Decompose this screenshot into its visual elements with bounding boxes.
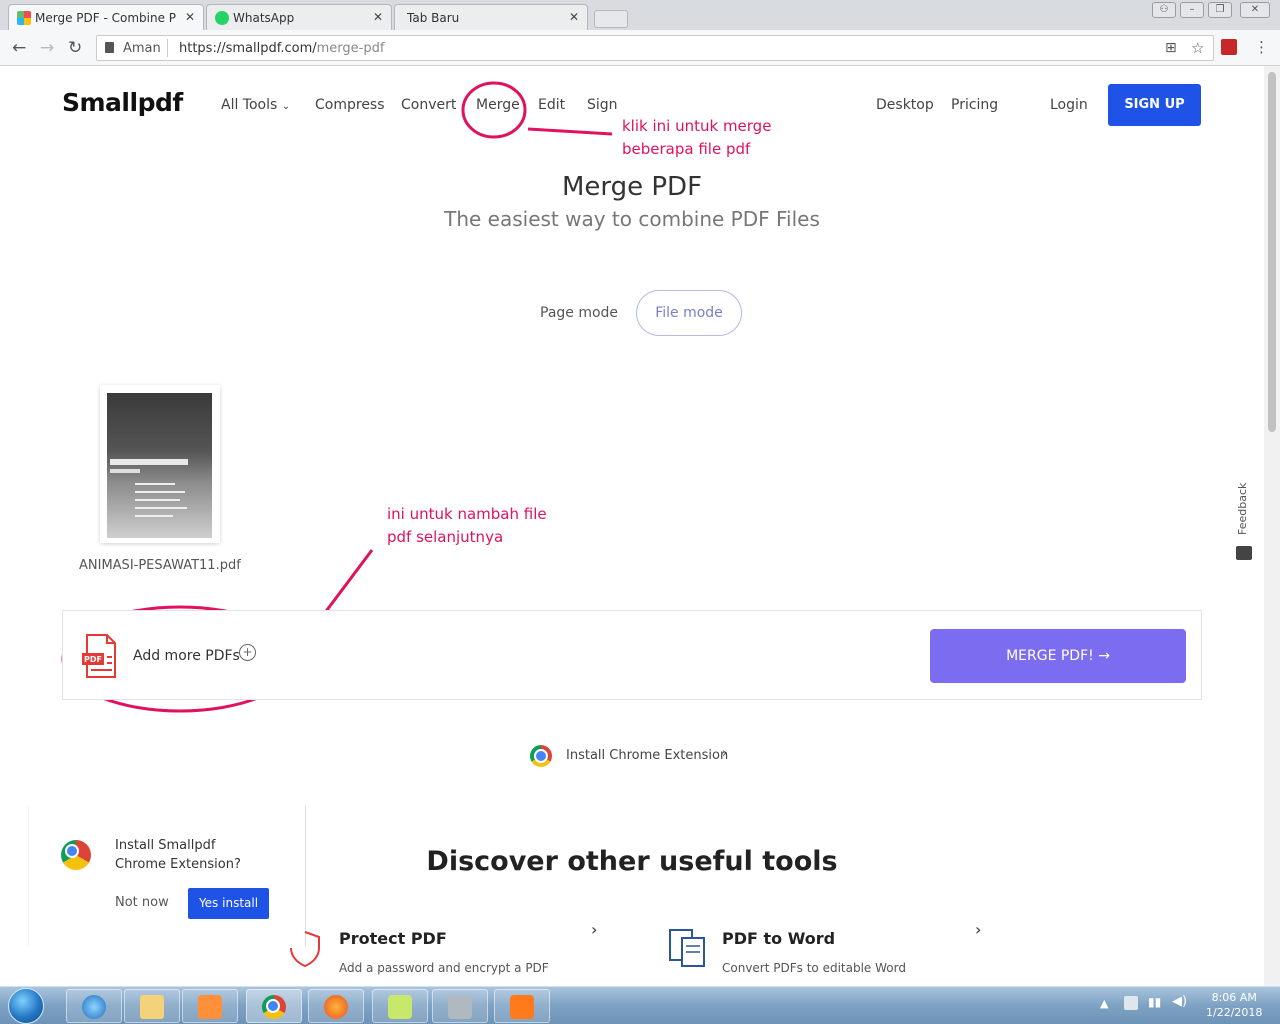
taskbar-internet-explorer[interactable] [66,989,122,1023]
folder-icon [140,995,164,1019]
taskbar-file-explorer[interactable] [124,989,180,1023]
not-now-button[interactable]: Not now [115,895,169,910]
chevron-right-icon[interactable]: › [591,920,597,939]
tool-protect-pdf-desc: Add a password and encrypt a PDF [339,961,549,975]
svg-text:PDF: PDF [84,655,102,664]
page-title: Merge PDF [561,172,703,202]
volume-icon[interactable]: ◀) [1172,994,1187,1009]
word-document-icon [669,929,705,967]
pdf-file-name: ANIMASI-PESAWAT11.pdf [79,558,241,573]
firefox-icon [324,995,348,1019]
tool-pdf-to-word-desc: Convert PDFs to editable Word [722,961,906,975]
feedback-icon[interactable] [1236,546,1252,560]
start-button[interactable] [8,988,44,1024]
chevron-right-icon[interactable]: › [975,920,981,939]
tray-expand-icon[interactable]: ▲ [1100,997,1108,1010]
app-icon [510,995,534,1019]
add-plus-icon[interactable]: + [239,644,256,661]
merge-arrow-annotation [527,127,613,136]
taskbar-firefox[interactable] [308,989,364,1023]
app-icon [388,995,412,1019]
taskbar-app[interactable] [372,989,428,1023]
media-player-icon [198,995,222,1019]
pdf-thumbnail[interactable] [100,385,220,543]
merge-circle-annotation [461,81,527,139]
windows-taskbar: ▲ ▮▮ ◀) 8:06 AM 1/22/2018 [0,986,1280,1024]
page-scrollbar[interactable] [1264,66,1280,986]
taskbar-app[interactable] [432,989,488,1023]
page-mode-toggle[interactable]: Page mode [540,305,618,321]
merge-annotation-text: klik ini untuk merge beberapa file pdf [622,117,772,158]
arrow-right-icon: → [1098,648,1110,664]
pdf-file-icon[interactable]: PDF [81,633,119,679]
clock[interactable]: 8:06 AM 1/22/2018 [1206,990,1262,1020]
tray-app-icon[interactable] [1124,996,1138,1010]
tool-pdf-to-word-title[interactable]: PDF to Word [722,929,835,948]
scrollbar-thumb[interactable] [1268,72,1276,432]
merge-pdf-button[interactable]: MERGE PDF! → [930,629,1186,683]
page-subtitle: The easiest way to combine PDF Files [444,207,820,231]
taskbar-chrome[interactable] [246,989,302,1023]
yes-install-button[interactable]: Yes install [188,888,269,919]
taskbar-media-player[interactable] [182,989,238,1023]
taskbar-app[interactable] [494,989,550,1023]
app-icon [448,995,472,1019]
add-more-pdfs-button[interactable]: Add more PDFs [133,648,240,664]
file-mode-toggle[interactable]: File mode [636,290,742,336]
pdf-preview-image [107,393,212,538]
chevron-right-icon: › [722,746,728,761]
feedback-tab[interactable]: Feedback [1236,483,1249,535]
tool-protect-pdf-title[interactable]: Protect PDF [339,929,447,948]
internet-explorer-icon [82,995,106,1019]
add-annotation-text: ini untuk nambah file pdf selanjutnya [387,505,547,546]
merge-toolbar: PDF Add more PDFs + MERGE PDF! → [62,610,1202,700]
shield-icon [290,931,320,968]
discover-heading: Discover other useful tools [426,846,838,877]
chrome-logo-icon [530,745,552,767]
chrome-icon [262,995,286,1019]
network-icon[interactable]: ▮▮ [1148,995,1161,1009]
